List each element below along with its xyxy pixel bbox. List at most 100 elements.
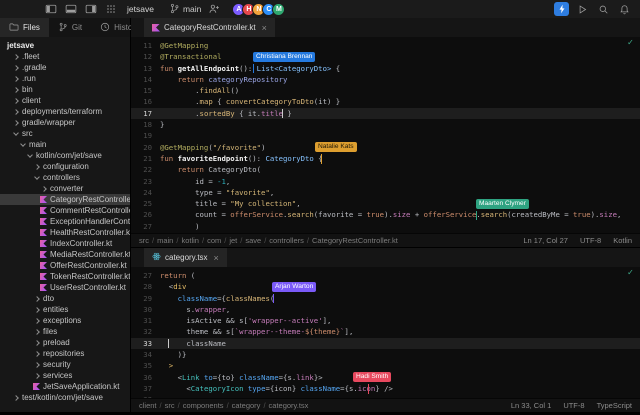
code-line[interactable]: 17 .sortedBy { it.title } <box>131 107 640 120</box>
sidebar-tab-files[interactable]: Files <box>0 18 49 37</box>
code-line[interactable]: 37 <CategoryIcon type={icon} className={… <box>131 383 640 394</box>
breadcrumb-segment[interactable]: com <box>207 236 221 245</box>
tree-item[interactable]: preload <box>0 337 130 348</box>
code-line[interactable]: 27 ) <box>131 221 640 232</box>
project-name[interactable]: jetsave <box>127 4 154 14</box>
tree-item[interactable]: ExceptionHandlerController <box>0 216 130 227</box>
code-area[interactable]: 27 return (28 <div 29 className={className… <box>131 267 640 398</box>
tree-item[interactable]: .gradle <box>0 62 130 73</box>
code-line[interactable]: 29 className={classNames( <box>131 293 640 304</box>
status-language[interactable]: Kotlin <box>613 236 632 245</box>
tree-item[interactable]: entities <box>0 304 130 315</box>
status-encoding[interactable]: UTF-8 <box>580 236 601 245</box>
code-line[interactable]: 35 > <box>131 360 640 371</box>
avatar[interactable]: M <box>272 2 286 16</box>
invite-collaborator-icon[interactable] <box>206 2 221 16</box>
status-language[interactable]: TypeScript <box>597 401 632 410</box>
breadcrumb-segment[interactable]: kotlin <box>181 236 199 245</box>
tree-item[interactable]: bin <box>0 84 130 95</box>
branch-selector[interactable]: main <box>169 3 201 16</box>
tree-item[interactable]: src <box>0 128 130 139</box>
breadcrumb-segment[interactable]: components <box>183 401 224 410</box>
tree-item[interactable]: main <box>0 139 130 150</box>
tree-item[interactable]: services <box>0 370 130 381</box>
code-line[interactable]: 12 @Transactional <box>131 51 640 62</box>
tree-item[interactable]: controllers <box>0 172 130 183</box>
status-position[interactable]: Ln 33, Col 1 <box>511 401 551 410</box>
notifications-bell-icon[interactable] <box>617 2 632 16</box>
tree-item[interactable]: security <box>0 359 130 370</box>
code-line[interactable]: 33 className <box>131 337 640 350</box>
code-line[interactable]: 38 <box>131 394 640 398</box>
code-line[interactable]: 24 type = "favorite", <box>131 187 640 198</box>
tree-item[interactable]: .fleet <box>0 51 130 62</box>
code-line[interactable]: 18} <box>131 119 640 130</box>
tree-item[interactable]: test/kotlin/com/jet/save <box>0 392 130 403</box>
tree-item[interactable]: deployments/terraform <box>0 106 130 117</box>
tree-item[interactable]: exceptions <box>0 315 130 326</box>
sidebar-tab-git[interactable]: Git <box>49 18 91 37</box>
editor-tab[interactable]: CategoryRestController.kt × <box>144 18 275 37</box>
tree-item[interactable]: JetSaveApplication.kt <box>0 381 130 392</box>
code-line[interactable]: 26 count = offerService.search(favorite … <box>131 209 640 220</box>
code-area[interactable]: 11 @GetMapping 12 @Transactional 13 fun getAl… <box>131 37 640 233</box>
close-icon[interactable]: × <box>214 253 219 263</box>
code-line[interactable]: 30 s.wrapper, <box>131 304 640 315</box>
tree-item[interactable]: IndexController.kt <box>0 238 130 249</box>
tree-item[interactable]: MediaRestController.kt <box>0 249 130 260</box>
tree-item[interactable]: OfferRestController.kt <box>0 260 130 271</box>
panel-right-icon[interactable] <box>83 2 98 16</box>
breadcrumb-segment[interactable]: CategoryRestController.kt <box>312 236 398 245</box>
code-line[interactable]: 34 )} <box>131 349 640 360</box>
breadcrumb-segment[interactable]: src <box>139 236 149 245</box>
breadcrumb-segment[interactable]: category.tsx <box>269 401 309 410</box>
code-line[interactable]: 31 isActive && s['wrapper--active'], <box>131 315 640 326</box>
code-line[interactable]: 13 fun getAllEndpoint(): List<CategoryDto… <box>131 63 640 74</box>
code-line[interactable]: 32 theme && s[`wrapper--theme-${theme}`]… <box>131 326 640 337</box>
code-line[interactable]: 15 .findAll() <box>131 85 640 96</box>
search-icon[interactable] <box>596 2 611 16</box>
code-line[interactable]: 11 @GetMapping <box>131 40 640 51</box>
code-line[interactable]: 21 fun favoriteEndpoint(): CategoryDto { <box>131 153 640 164</box>
panel-left-icon[interactable] <box>43 2 58 16</box>
breadcrumb-segment[interactable]: category <box>232 401 261 410</box>
tree-item[interactable]: kotlin/com/jet/save <box>0 150 130 161</box>
code-line[interactable]: 28 <div <box>131 281 640 292</box>
tree-item[interactable]: gradle/wrapper <box>0 117 130 128</box>
code-line[interactable]: 23 id = -1, <box>131 176 640 187</box>
code-line[interactable]: 16 .map { convertCategoryToDto(it) } <box>131 96 640 107</box>
tree-item[interactable]: HealthRestController.kt <box>0 227 130 238</box>
code-line[interactable]: 20 @GetMapping("/favorite") <box>131 142 640 153</box>
tree-item[interactable]: .run <box>0 73 130 84</box>
breadcrumb-segment[interactable]: save <box>245 236 261 245</box>
tree-item[interactable]: dto <box>0 293 130 304</box>
workspaces-grid-icon[interactable] <box>103 2 118 16</box>
tree-item[interactable]: files <box>0 326 130 337</box>
close-icon[interactable]: × <box>262 23 267 33</box>
code-line[interactable]: 14 return categoryRepository <box>131 74 640 85</box>
breadcrumb-segment[interactable]: client <box>139 401 157 410</box>
tree-item[interactable]: CommentRestController.kt <box>0 205 130 216</box>
panel-bottom-icon[interactable] <box>63 2 78 16</box>
tree-item[interactable]: jetsave <box>0 40 130 51</box>
breadcrumb-segment[interactable]: jet <box>229 236 237 245</box>
tree-item[interactable]: client <box>0 95 130 106</box>
breadcrumb-segment[interactable]: controllers <box>269 236 304 245</box>
tree-item[interactable]: repositories <box>0 348 130 359</box>
status-encoding[interactable]: UTF-8 <box>563 401 584 410</box>
editor-tab[interactable]: category.tsx × <box>144 248 227 267</box>
code-line[interactable]: 22 return CategoryDto( <box>131 164 640 175</box>
tree-item[interactable]: configuration <box>0 161 130 172</box>
tree-item-selected[interactable]: CategoryRestController.kt <box>0 194 130 205</box>
tree-item[interactable]: TokenRestController.kt <box>0 271 130 282</box>
code-line[interactable]: 27 return ( <box>131 270 640 281</box>
tree-item[interactable]: UserRestController.kt <box>0 282 130 293</box>
run-icon[interactable] <box>575 2 590 16</box>
status-position[interactable]: Ln 17, Col 27 <box>523 236 568 245</box>
tree-item[interactable]: converter <box>0 183 130 194</box>
code-line[interactable]: 25 title = "My collection", <box>131 198 640 209</box>
lightning-icon[interactable] <box>554 2 569 16</box>
breadcrumb-segment[interactable]: src <box>165 401 175 410</box>
breadcrumb-segment[interactable]: main <box>157 236 173 245</box>
code-line[interactable]: 19 <box>131 130 640 141</box>
